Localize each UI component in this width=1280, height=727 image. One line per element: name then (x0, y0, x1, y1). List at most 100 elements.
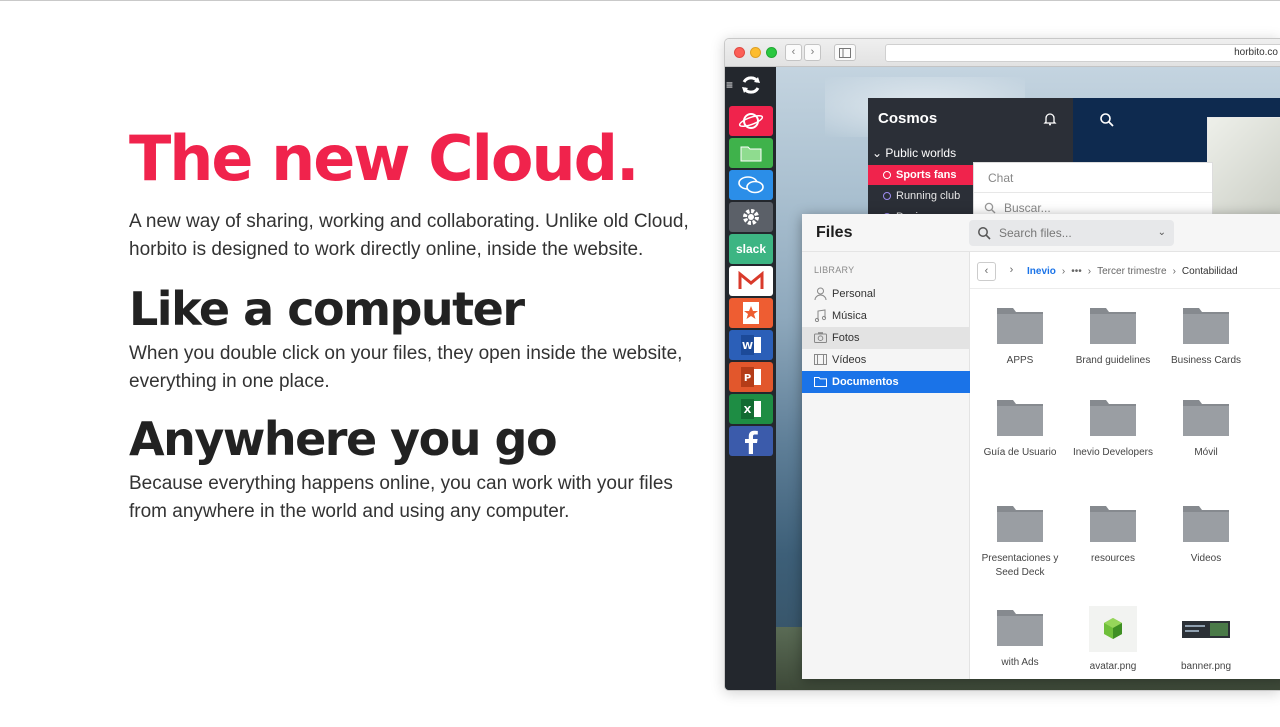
files-header: Files Search files... ⌄ (802, 214, 1280, 252)
file-grid-image[interactable]: banner.png (1161, 606, 1251, 674)
excel-icon: X (741, 399, 761, 419)
chat-bubbles-icon (738, 176, 764, 194)
chevron-down-icon[interactable]: ⌄ (1158, 220, 1166, 246)
folder-icon (997, 400, 1043, 436)
search-icon (978, 227, 991, 240)
hamburger-menu-icon[interactable]: ≡ (726, 78, 733, 92)
file-name-label: Guía de Usuario (983, 447, 1057, 458)
horbito-logo-icon[interactable] (739, 73, 763, 97)
folder-icon (1183, 400, 1229, 436)
hero-intro: A new way of sharing, working and collab… (129, 211, 689, 260)
settings-app[interactable] (729, 202, 773, 232)
excel-app[interactable]: X (729, 394, 773, 424)
search-icon (984, 202, 996, 214)
bell-icon[interactable] (1043, 112, 1057, 126)
folder-icon (997, 506, 1043, 542)
folder-icon (1090, 400, 1136, 436)
facebook-app[interactable] (729, 426, 773, 456)
camera-icon (814, 332, 827, 343)
breadcrumb-root[interactable]: Inevio (1027, 266, 1056, 277)
music-note-icon (814, 309, 827, 322)
gear-icon (743, 209, 759, 225)
file-grid-folder[interactable]: with Ads (975, 606, 1065, 670)
sidebar-item-personal[interactable]: Personal (802, 283, 970, 305)
file-grid-folder[interactable]: APPS (975, 304, 1065, 368)
close-window-button[interactable] (734, 47, 745, 58)
search-icon[interactable] (1099, 112, 1115, 128)
address-bar[interactable]: horbito.co (885, 44, 1280, 62)
file-name-label: Videos (1190, 553, 1222, 564)
file-grid-folder[interactable]: Brand guidelines (1068, 304, 1158, 368)
file-name-label: APPS (1006, 355, 1034, 366)
file-grid-folder[interactable]: Videos (1161, 502, 1251, 566)
sidebar-item-videos[interactable]: Vídeos (802, 349, 970, 371)
file-grid-folder[interactable]: Guía de Usuario (975, 396, 1065, 460)
gmail-app[interactable] (729, 266, 773, 296)
sidebar-item-label: Música (832, 310, 867, 322)
breadcrumb-ellipsis[interactable]: ••• (1071, 266, 1082, 277)
file-name-label: Business Cards (1170, 355, 1242, 366)
file-grid-folder[interactable]: Business Cards (1161, 304, 1251, 368)
breadcrumb-current: Contabilidad (1181, 265, 1238, 277)
chat-header: Chat (974, 163, 1212, 193)
file-name-label: banner.png (1180, 661, 1232, 672)
file-name-label: resources (1091, 553, 1135, 564)
public-worlds-label: Public worlds (885, 146, 957, 160)
file-name-label: Móvil (1194, 447, 1218, 458)
breadcrumb-forward-button[interactable]: › (1002, 262, 1021, 281)
svg-text:P: P (744, 373, 751, 384)
folder-icon (740, 146, 762, 162)
breadcrumb: ‹ › Inevio › ••• › Tercer trimestre › Co… (977, 261, 1238, 281)
word-app[interactable]: W (729, 330, 773, 360)
slack-app[interactable]: slack (729, 234, 773, 264)
file-grid-folder[interactable]: resources (1068, 502, 1158, 566)
cosmos-app[interactable] (729, 106, 773, 136)
search-files-input[interactable]: Search files... ⌄ (969, 220, 1174, 246)
back-button[interactable]: ‹ (785, 44, 802, 61)
file-name-label: Presentaciones y Seed Deck (981, 553, 1059, 578)
room-circle-icon (883, 171, 891, 179)
cosmos-title: Cosmos (878, 110, 938, 127)
star-bookmark-icon (743, 302, 759, 324)
bookmarks-app[interactable] (729, 298, 773, 328)
word-icon: W (741, 335, 761, 355)
file-grid-folder[interactable]: Móvil (1161, 396, 1251, 460)
sidebar-item-photos[interactable]: Fotos (802, 327, 970, 349)
section-title-computer: Like a computer (129, 282, 525, 336)
sidebar-toggle-button[interactable] (834, 44, 856, 61)
photo-preview (1207, 117, 1280, 227)
file-name-label: Inevio Developers (1072, 447, 1154, 458)
room-label: Sports fans (896, 169, 957, 181)
breadcrumb-divider (970, 288, 1280, 289)
chevron-right-icon: › (1172, 265, 1176, 277)
powerpoint-app[interactable]: P (729, 362, 773, 392)
public-worlds-header[interactable]: ⌄ Public worlds (872, 146, 956, 160)
breadcrumb-middle[interactable]: Tercer trimestre (1097, 266, 1166, 277)
file-name-label: Brand guidelines (1075, 355, 1151, 366)
sidebar-item-music[interactable]: Música (802, 305, 970, 327)
file-grid-folder[interactable]: Presentaciones y Seed Deck (975, 502, 1065, 580)
top-divider (0, 0, 1280, 1)
forward-button[interactable]: › (804, 44, 821, 61)
slack-icon: slack (735, 242, 767, 256)
file-name-label: with Ads (1001, 657, 1039, 668)
sidebar-item-label: Fotos (832, 332, 860, 344)
files-app[interactable] (729, 138, 773, 168)
file-grid-image[interactable]: avatar.png (1068, 606, 1158, 674)
zoom-window-button[interactable] (766, 47, 777, 58)
library-label: LIBRARY (814, 265, 855, 275)
powerpoint-icon: P (741, 367, 761, 387)
folder-icon (997, 308, 1043, 344)
folder-icon (1183, 308, 1229, 344)
film-icon (814, 354, 827, 365)
chevron-right-icon: › (1061, 265, 1066, 277)
gmail-icon (738, 270, 764, 289)
sidebar-item-documents[interactable]: Documentos (802, 371, 970, 393)
app-dock: ≡ slack W P X (725, 67, 776, 690)
file-grid-folder[interactable]: Inevio Developers (1068, 396, 1158, 460)
svg-text:W: W (742, 341, 753, 352)
minimize-window-button[interactable] (750, 47, 761, 58)
section-text-anywhere: Because everything happens online, you c… (129, 473, 673, 522)
breadcrumb-back-button[interactable]: ‹ (977, 261, 996, 281)
chat-app[interactable] (729, 170, 773, 200)
